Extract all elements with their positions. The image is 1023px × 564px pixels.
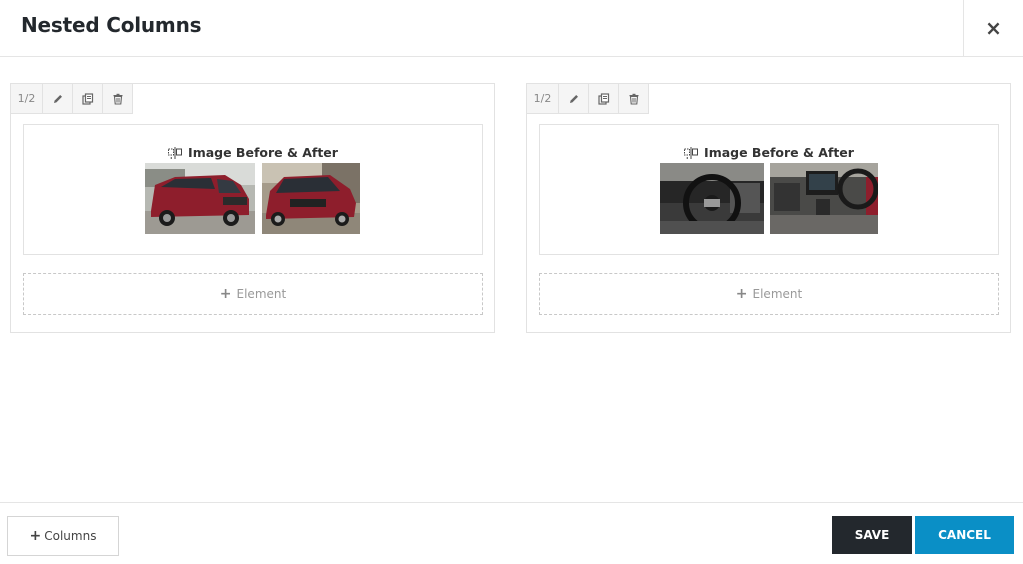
element-title: Image Before & After bbox=[24, 145, 482, 160]
copy-icon bbox=[597, 92, 609, 105]
cancel-button[interactable]: CANCEL bbox=[915, 516, 1014, 554]
element-title-label: Image Before & After bbox=[188, 145, 338, 160]
plus-icon: + bbox=[735, 286, 748, 302]
before-image bbox=[145, 163, 255, 234]
pencil-icon bbox=[53, 94, 62, 103]
modal-header: Nested Columns × bbox=[0, 0, 1023, 57]
element-title: Image Before & After bbox=[540, 145, 998, 160]
add-element-button[interactable]: + Element bbox=[23, 273, 483, 315]
delete-column-button[interactable] bbox=[619, 84, 649, 114]
image-before-after-element[interactable]: Image Before & After bbox=[539, 124, 999, 255]
image-before-after-element[interactable]: Image Before & After bbox=[23, 124, 483, 255]
before-after-icon bbox=[684, 146, 699, 159]
red-car-image bbox=[145, 163, 255, 234]
after-image bbox=[262, 163, 360, 234]
car-interior-image bbox=[660, 163, 764, 234]
column-size-button[interactable]: 1/2 bbox=[527, 84, 559, 114]
trash-icon bbox=[629, 93, 638, 105]
plus-icon: + bbox=[29, 528, 42, 544]
edit-column-button[interactable] bbox=[43, 84, 73, 114]
copy-icon bbox=[81, 92, 93, 105]
edit-column-button[interactable] bbox=[559, 84, 589, 114]
column-toolbar: 1/2 bbox=[11, 84, 133, 114]
add-element-label: Element bbox=[236, 287, 287, 301]
pencil-icon bbox=[569, 94, 578, 103]
add-columns-label: Columns bbox=[44, 529, 97, 543]
before-image bbox=[660, 163, 764, 234]
modal-title: Nested Columns bbox=[21, 13, 202, 37]
nested-column-2: 1/2 Image Before & After + Element bbox=[526, 83, 1011, 333]
column-size-button[interactable]: 1/2 bbox=[11, 84, 43, 114]
save-button[interactable]: SAVE bbox=[832, 516, 912, 554]
add-columns-button[interactable]: + Columns bbox=[7, 516, 119, 556]
close-icon: × bbox=[985, 16, 1002, 40]
plus-icon: + bbox=[219, 286, 232, 302]
modal-footer: + Columns SAVE CANCEL bbox=[0, 502, 1023, 564]
after-image bbox=[770, 163, 878, 234]
add-element-button[interactable]: + Element bbox=[539, 273, 999, 315]
duplicate-column-button[interactable] bbox=[73, 84, 103, 114]
red-car-image bbox=[262, 163, 360, 234]
element-title-label: Image Before & After bbox=[704, 145, 854, 160]
trash-icon bbox=[113, 93, 122, 105]
add-element-label: Element bbox=[752, 287, 803, 301]
car-interior-image bbox=[770, 163, 878, 234]
close-button[interactable]: × bbox=[963, 0, 1023, 56]
delete-column-button[interactable] bbox=[103, 84, 133, 114]
column-toolbar: 1/2 bbox=[527, 84, 649, 114]
nested-column-1: 1/2 Image Before & After + Element bbox=[10, 83, 495, 333]
duplicate-column-button[interactable] bbox=[589, 84, 619, 114]
before-after-icon bbox=[168, 146, 183, 159]
